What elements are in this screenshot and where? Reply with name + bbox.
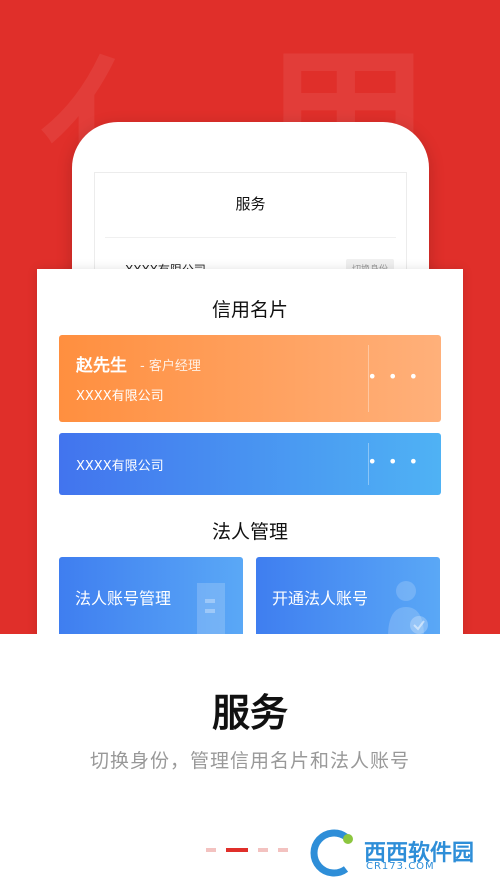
- card-holder-role: - 客户经理: [140, 359, 201, 374]
- card-holder-name: 赵先生: [76, 356, 127, 376]
- more-options-icon[interactable]: • • •: [368, 452, 421, 471]
- intro-title: 服务: [211, 691, 288, 735]
- page-dot-active[interactable]: [226, 848, 248, 852]
- card-company: XXXX有限公司: [76, 389, 164, 404]
- tile-label: 开通法人账号: [272, 589, 369, 608]
- credit-card-section-title: 信用名片: [211, 299, 288, 321]
- site-watermark: 西西软件园 CR173.COM: [306, 829, 492, 879]
- page-indicator: [206, 848, 288, 852]
- legal-section-title: 法人管理: [211, 521, 288, 543]
- page-dot[interactable]: [206, 848, 216, 852]
- business-card-personal[interactable]: 赵先生 - 客户经理 XXXX有限公司 • • •: [59, 335, 441, 422]
- more-options-icon[interactable]: • • •: [368, 367, 421, 386]
- phone-screen-title: 服务: [235, 195, 266, 213]
- divider: [105, 237, 396, 238]
- intro-subtitle: 切换身份，管理信用名片和法人账号: [89, 750, 410, 772]
- feature-panel: 信用名片 赵先生 - 客户经理 XXXX有限公司 • • • XXXX有限公司 …: [37, 269, 463, 649]
- watermark-url: CR173.COM: [366, 861, 435, 872]
- business-card-company[interactable]: XXXX有限公司 • • •: [59, 433, 441, 495]
- tile-label: 法人账号管理: [75, 589, 172, 608]
- watermark-logo-icon: [310, 829, 353, 877]
- page-dot[interactable]: [278, 848, 288, 852]
- page-dot[interactable]: [258, 848, 268, 852]
- card-company: XXXX有限公司: [76, 459, 164, 474]
